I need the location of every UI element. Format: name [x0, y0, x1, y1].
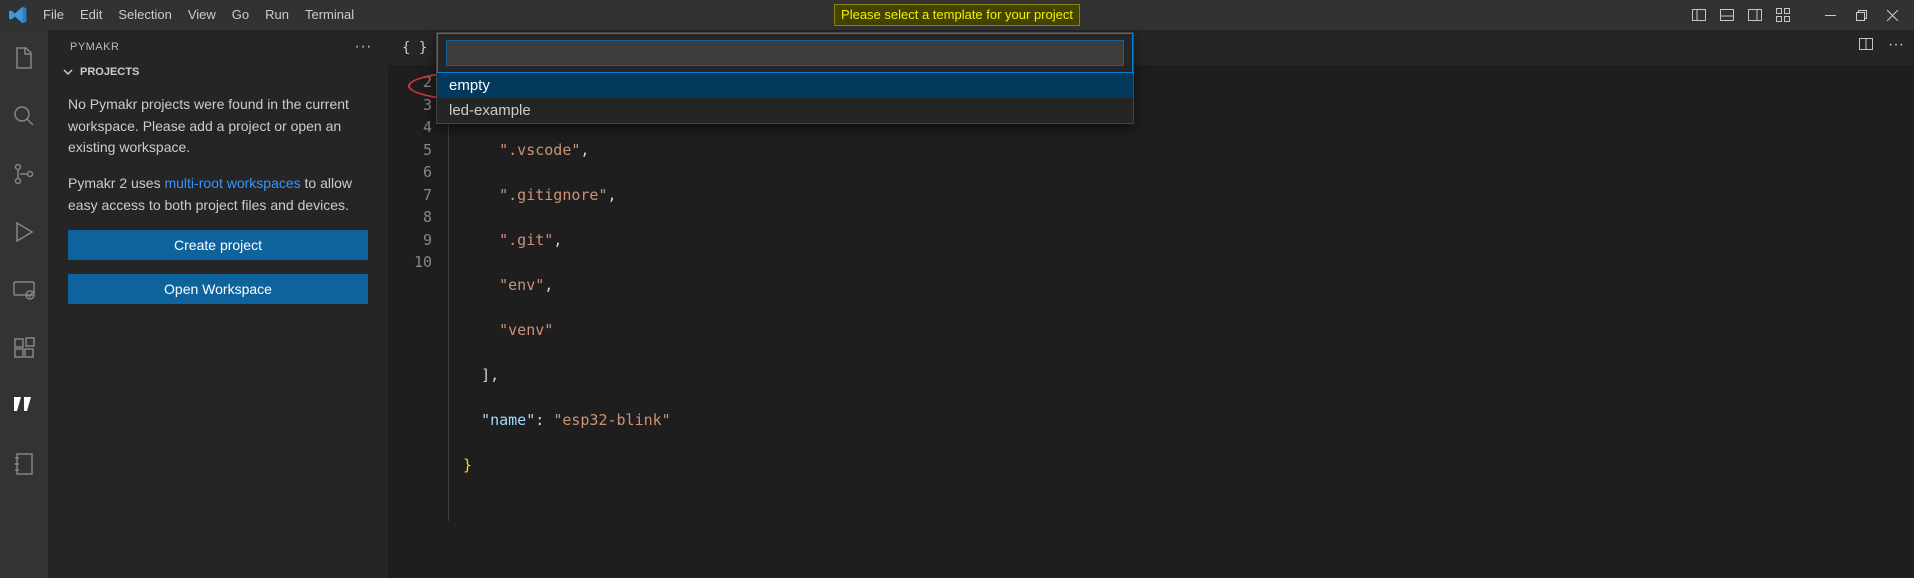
activity-pymakr-icon[interactable] [0, 386, 48, 426]
json-file-icon[interactable]: { } [388, 40, 437, 56]
activity-remote-icon[interactable] [0, 270, 48, 310]
command-center-banner: Please select a template for your projec… [834, 4, 1080, 26]
layout-panel-icon[interactable] [1719, 7, 1735, 23]
editor-more-icon[interactable]: ··· [1888, 36, 1904, 55]
side-panel: PYMAKR ··· PROJECTS No Pymakr projects w… [48, 30, 388, 578]
chevron-down-icon [62, 66, 74, 78]
code-editor[interactable]: "py_ignore": [ ".vscode", ".gitignore", … [448, 71, 671, 521]
activity-bar [0, 30, 48, 578]
layout-sidebar-left-icon[interactable] [1691, 7, 1707, 23]
open-workspace-button[interactable]: Open Workspace [68, 274, 368, 304]
side-section-title: PROJECTS [80, 66, 139, 78]
quick-pick: empty led-example [436, 32, 1134, 124]
side-panel-more-icon[interactable]: ··· [355, 38, 372, 56]
menu-terminal[interactable]: Terminal [297, 0, 362, 30]
side-section-header[interactable]: PROJECTS [48, 60, 388, 84]
window-minimize-icon[interactable] [1819, 6, 1842, 25]
split-editor-icon[interactable] [1858, 36, 1874, 55]
activity-run-debug-icon[interactable] [0, 212, 48, 252]
layout-customize-icon[interactable] [1775, 7, 1791, 23]
activity-explorer-icon[interactable] [0, 38, 48, 78]
menu-view[interactable]: View [180, 0, 224, 30]
activity-source-control-icon[interactable] [0, 154, 48, 194]
menu-go[interactable]: Go [224, 0, 257, 30]
vscode-logo-icon [0, 6, 35, 24]
title-bar: File Edit Selection View Go Run Terminal… [0, 0, 1914, 30]
quick-pick-item-empty[interactable]: empty [437, 73, 1133, 98]
multi-root-workspaces-link[interactable]: multi-root workspaces [164, 175, 300, 191]
menu-file[interactable]: File [35, 0, 72, 30]
side-paragraph-1: No Pymakr projects were found in the cur… [68, 94, 368, 159]
menu-edit[interactable]: Edit [72, 0, 110, 30]
menu-selection[interactable]: Selection [110, 0, 179, 30]
window-close-icon[interactable] [1881, 6, 1904, 25]
title-bar-right [1691, 6, 1914, 25]
quick-pick-item-led-example[interactable]: led-example [437, 98, 1133, 123]
layout-sidebar-right-icon[interactable] [1747, 7, 1763, 23]
side-panel-title: PYMAKR [70, 41, 119, 53]
menu-bar: File Edit Selection View Go Run Terminal [35, 0, 362, 30]
activity-search-icon[interactable] [0, 96, 48, 136]
activity-extensions-icon[interactable] [0, 328, 48, 368]
activity-notebook-icon[interactable] [0, 444, 48, 484]
window-restore-icon[interactable] [1850, 6, 1873, 25]
menu-run[interactable]: Run [257, 0, 297, 30]
create-project-button[interactable]: Create project [68, 230, 368, 260]
side-paragraph-2: Pymakr 2 uses multi-root workspaces to a… [68, 173, 368, 216]
line-number-gutter: 2 3 4 5 6 7 8 9 10 [388, 71, 448, 521]
quick-pick-input[interactable] [446, 40, 1124, 66]
